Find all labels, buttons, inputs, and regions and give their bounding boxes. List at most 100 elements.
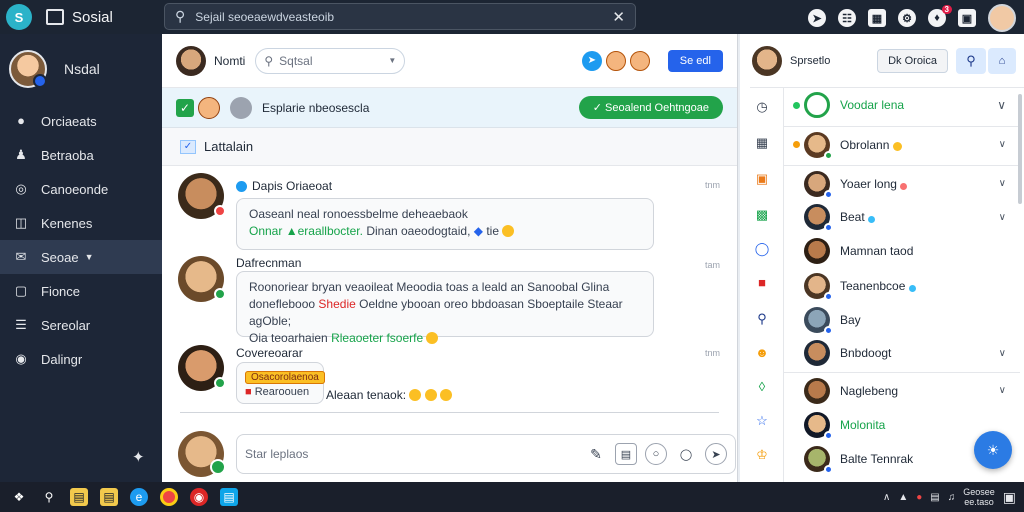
search-icon[interactable]: ⚲	[956, 47, 986, 74]
clock-time: Geosee	[963, 487, 995, 497]
browser-chrome-icon[interactable]	[160, 488, 178, 506]
avatar[interactable]	[988, 4, 1016, 32]
avatar[interactable]	[752, 45, 782, 76]
crown-icon[interactable]: ♔	[753, 446, 771, 464]
status-icon	[824, 150, 833, 160]
sidebar-item-orciaeats[interactable]: ● Orciaeats	[0, 104, 162, 138]
chevron-down-icon[interactable]: ∨	[999, 212, 1006, 223]
bell-icon[interactable]: ♦ 3	[928, 5, 952, 27]
chevron-down-icon[interactable]: ∨	[999, 139, 1006, 150]
contact-item[interactable]: Yoaer long ∨	[784, 165, 1020, 201]
message-author: Dafrecnman	[236, 256, 302, 270]
clock[interactable]: Geosee ee.taso	[963, 487, 995, 507]
avatar[interactable]	[629, 50, 650, 71]
sidebar-item-canoeonde[interactable]: ◎ Canoeonde	[0, 172, 162, 206]
status-dot	[793, 141, 800, 148]
chat-fab-button[interactable]: ☀	[974, 431, 1012, 469]
checkbox[interactable]: ✓	[176, 98, 194, 117]
avatar[interactable]	[178, 256, 226, 302]
contact-item[interactable]: Obrolann ∨	[784, 126, 1020, 162]
location-icon[interactable]: ➤	[581, 50, 602, 71]
app-red-icon[interactable]: ◉	[190, 488, 208, 506]
pin-icon[interactable]: ✦	[132, 448, 145, 466]
chevron-down-icon[interactable]: ∨	[999, 385, 1006, 396]
avatar	[804, 170, 833, 199]
app-blue-icon[interactable]: ▤	[220, 488, 238, 506]
contact-item[interactable]: Bnbdoogt ∨	[784, 336, 1020, 370]
image-icon[interactable]: ▤	[615, 443, 637, 465]
chevron-down-icon[interactable]: ∨	[997, 98, 1006, 112]
app-logo-icon[interactable]: S	[6, 4, 32, 30]
status-dot	[908, 285, 916, 292]
avatar[interactable]	[178, 345, 226, 391]
smile-icon[interactable]: ☻	[753, 344, 771, 362]
sidebar-item-betraoba[interactable]: ♟ Betraoba	[0, 138, 162, 172]
global-search-input[interactable]	[195, 9, 613, 24]
windows-start-icon[interactable]: ❖	[10, 488, 28, 506]
list-icon: ☰	[15, 317, 27, 332]
gift-icon[interactable]: ■	[753, 274, 771, 292]
diamond-icon[interactable]: ◊	[753, 378, 771, 396]
contact-item[interactable]: Voodar lena ∨	[784, 88, 1020, 122]
compass-icon[interactable]: ➤	[808, 9, 826, 27]
emoji-icon	[440, 389, 453, 401]
chat-bubble-icon: ☀	[986, 441, 1000, 458]
message-text: doneflebooo Shedie Oeldne ybooan oreo bb…	[249, 297, 623, 328]
avatar	[804, 92, 830, 118]
search-icon[interactable]: ⚲	[40, 488, 58, 506]
avatar[interactable]	[605, 50, 626, 71]
calendar-icon[interactable]: ▦	[753, 134, 771, 152]
contacts-header-button[interactable]: Dk Oroica	[877, 48, 948, 73]
contact-item[interactable]: Beat ∨	[784, 200, 1020, 234]
chat-search-input[interactable]: ⚲ Sqtsal ▼	[255, 47, 406, 74]
window-icon[interactable]: ▣	[958, 9, 976, 27]
sidebar-item-sereolar[interactable]: ☰ Sereolar	[0, 308, 162, 342]
avatar[interactable]	[176, 45, 206, 76]
files-icon[interactable]: ▤	[100, 488, 118, 506]
star-icon[interactable]: ☆	[753, 412, 771, 430]
global-search[interactable]: ⚲ ✕	[164, 3, 636, 30]
browser-edge-icon[interactable]: e	[130, 488, 148, 506]
notification-center-icon[interactable]: ▣	[1003, 489, 1016, 506]
briefcase-icon[interactable]: ▣	[753, 170, 771, 188]
sidebar-item-dalingr[interactable]: ◉ Dalingr	[0, 342, 162, 376]
volume-icon[interactable]: ♫	[948, 492, 956, 503]
contact-item[interactable]: Naglebeng ∨	[784, 372, 1020, 408]
message-author: Covereoarar	[236, 346, 303, 360]
chevron-up-icon[interactable]: ∧	[883, 492, 890, 503]
grid-icon[interactable]: ☷	[838, 9, 856, 27]
scrollbar[interactable]	[1018, 94, 1022, 204]
contact-item[interactable]: Teanenbcoe	[784, 269, 1020, 303]
header-action-button[interactable]: Se edl	[667, 49, 723, 72]
sidebar-item-kenenes[interactable]: ◫ Kenenes	[0, 206, 162, 240]
send-icon[interactable]: ➤	[705, 443, 727, 465]
mic-icon[interactable]: ○	[645, 443, 667, 465]
contact-name: Bay	[840, 313, 861, 327]
group-action-button[interactable]: ✓ Seoalend Oehtngoae	[578, 96, 723, 119]
message-input[interactable]: Star leplaos ✎ ▤ ○ ◯ ➤	[236, 434, 736, 474]
menu-icon[interactable]	[46, 9, 64, 25]
sidebar-item-seoae[interactable]: ✉ Seoae ▼	[0, 240, 162, 274]
clock-icon[interactable]: ◷	[753, 98, 771, 116]
contact-item[interactable]: Bay	[784, 303, 1020, 337]
attach-icon[interactable]: ✎	[585, 443, 607, 465]
sidebar-item-fionce[interactable]: ▢ Fionce	[0, 274, 162, 308]
avatar[interactable]	[178, 173, 226, 219]
network-icon[interactable]: ▲	[898, 492, 908, 503]
battery-icon[interactable]: ▤	[930, 492, 939, 503]
apps-icon[interactable]: ▦	[868, 9, 886, 27]
close-icon[interactable]: ✕	[612, 8, 625, 26]
emoji-icon[interactable]: ◯	[675, 443, 697, 465]
settings-icon[interactable]: ⚙	[898, 9, 916, 27]
chevron-down-icon[interactable]: ∨	[999, 348, 1006, 359]
group-text: Esplarie nbeosescla	[262, 100, 370, 115]
chart-icon[interactable]: ▩	[753, 206, 771, 224]
folder-icon[interactable]: ▤	[70, 488, 88, 506]
circle-icon[interactable]: ◯	[753, 240, 771, 258]
sidebar-profile[interactable]: Nsdal	[0, 34, 162, 104]
search-icon[interactable]: ⚲	[753, 310, 771, 328]
chevron-down-icon[interactable]: ∨	[999, 178, 1006, 189]
home-icon[interactable]: ⌂	[988, 47, 1016, 74]
contact-item[interactable]: Mamnan taod	[784, 234, 1020, 268]
alert-icon[interactable]: ●	[916, 492, 922, 503]
